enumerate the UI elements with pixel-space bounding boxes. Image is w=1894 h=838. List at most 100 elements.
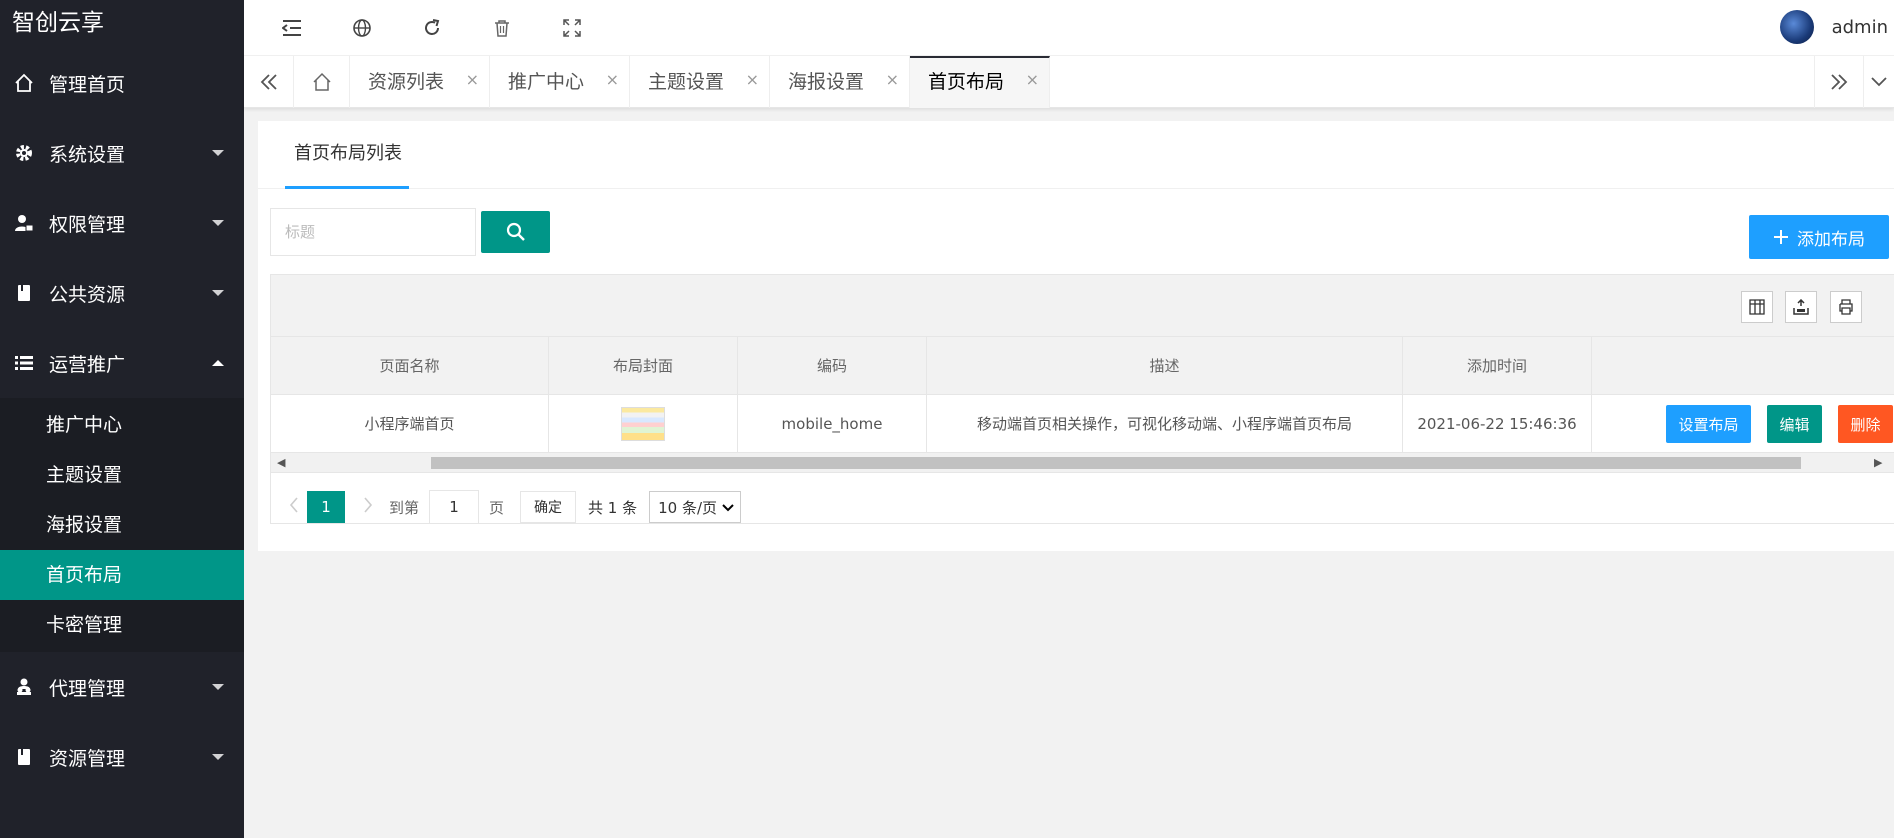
page-unit-label: 页 bbox=[489, 498, 505, 517]
column-header-actions bbox=[1592, 337, 1894, 394]
edit-button[interactable]: 编辑 bbox=[1767, 405, 1822, 443]
goto-page-input[interactable]: 1 bbox=[429, 490, 480, 523]
tab-home[interactable] bbox=[294, 56, 350, 108]
tab-poster-settings[interactable]: 海报设置 × bbox=[770, 56, 910, 108]
trash-icon[interactable] bbox=[488, 14, 516, 42]
tab-promotion-center[interactable]: 推广中心 × bbox=[490, 56, 630, 108]
active-tab-underline bbox=[285, 186, 409, 189]
goto-confirm-button[interactable]: 确定 bbox=[520, 491, 577, 523]
top-header: admin bbox=[244, 0, 1894, 56]
cell-code: mobile_home bbox=[738, 395, 927, 452]
page-size-value: 10 条/页 bbox=[658, 498, 718, 517]
columns-icon bbox=[1749, 299, 1765, 315]
close-icon[interactable]: × bbox=[886, 54, 899, 106]
book-icon bbox=[12, 281, 36, 305]
home-icon bbox=[12, 71, 36, 95]
page-current[interactable]: 1 bbox=[307, 491, 345, 523]
fullscreen-icon[interactable] bbox=[558, 14, 586, 42]
caret-down-icon bbox=[212, 754, 224, 760]
gear-icon bbox=[12, 141, 36, 165]
delete-button[interactable]: 删除 bbox=[1838, 405, 1893, 443]
home-icon bbox=[312, 72, 331, 91]
sidebar-item-home[interactable]: 管理首页 bbox=[0, 48, 244, 118]
page-title[interactable]: 首页布局列表 bbox=[294, 121, 402, 187]
chevron-down-icon bbox=[1871, 77, 1887, 87]
sidebar-subitem-promotion-center[interactable]: 推广中心 bbox=[0, 400, 244, 450]
cell-added-time: 2021-06-22 15:46:36 bbox=[1403, 395, 1592, 452]
tabs-prev-button[interactable] bbox=[244, 56, 294, 108]
horizontal-scrollbar[interactable]: ◀ ▶ bbox=[271, 453, 1894, 473]
content-card: 首页布局列表 标题 添加布局 页面名称 布局封面 编码 描述 添加时间 小程序端… bbox=[258, 121, 1894, 551]
sidebar-subitem-card-management[interactable]: 卡密管理 bbox=[0, 600, 244, 650]
close-icon[interactable]: × bbox=[466, 54, 479, 106]
export-icon bbox=[1793, 299, 1809, 315]
title-search-input[interactable]: 标题 bbox=[270, 208, 476, 256]
table-row[interactable]: 小程序端首页 mobile_home 移动端首页相关操作，可视化移动端、小程序端… bbox=[271, 395, 1894, 453]
column-header: 添加时间 bbox=[1403, 337, 1592, 394]
tab-theme-settings[interactable]: 主题设置 × bbox=[630, 56, 770, 108]
search-icon bbox=[506, 222, 525, 241]
list-icon bbox=[12, 351, 36, 375]
tabs-next-button[interactable] bbox=[1814, 56, 1864, 108]
table-toolbar bbox=[271, 275, 1894, 337]
search-button[interactable] bbox=[481, 211, 550, 253]
double-chevron-right-icon bbox=[1831, 74, 1848, 90]
sidebar-item-label: 运营推广 bbox=[49, 353, 126, 376]
close-icon[interactable]: × bbox=[746, 54, 759, 106]
sidebar-item-operations[interactable]: 运营推广 bbox=[0, 328, 244, 398]
sidebar-item-resource-management[interactable]: 资源管理 bbox=[0, 722, 244, 792]
sidebar-item-label: 权限管理 bbox=[49, 213, 126, 236]
sidebar-item-system-settings[interactable]: 系统设置 bbox=[0, 118, 244, 188]
sidebar-item-label: 管理首页 bbox=[49, 73, 126, 96]
sidebar-item-agents[interactable]: 代理管理 bbox=[0, 652, 244, 722]
sidebar-item-label: 资源管理 bbox=[49, 747, 126, 770]
add-layout-button[interactable]: 添加布局 bbox=[1749, 215, 1889, 259]
book-icon bbox=[12, 745, 36, 769]
scroll-left-icon[interactable]: ◀ bbox=[277, 456, 285, 469]
cell-cover bbox=[549, 395, 738, 452]
users-icon bbox=[12, 675, 36, 699]
tab-label: 推广中心 bbox=[508, 71, 585, 93]
tabs-dropdown-button[interactable] bbox=[1864, 56, 1894, 108]
set-layout-button[interactable]: 设置布局 bbox=[1666, 405, 1751, 443]
submenu-operations: 推广中心 主题设置 海报设置 首页布局 卡密管理 bbox=[0, 398, 244, 652]
sidebar-subitem-poster-settings[interactable]: 海报设置 bbox=[0, 500, 244, 550]
columns-filter-button[interactable] bbox=[1741, 291, 1773, 323]
close-icon[interactable]: × bbox=[606, 54, 619, 106]
user-menu[interactable]: admin bbox=[1779, 10, 1888, 44]
print-button[interactable] bbox=[1830, 291, 1862, 323]
close-icon[interactable]: × bbox=[1026, 56, 1039, 104]
scrollbar-thumb[interactable] bbox=[431, 457, 1801, 469]
layout-cover-thumbnail[interactable] bbox=[621, 406, 665, 441]
tab-label: 海报设置 bbox=[788, 71, 865, 93]
tab-label: 首页布局 bbox=[928, 71, 1005, 93]
sidebar-subitem-home-layout[interactable]: 首页布局 bbox=[0, 550, 244, 600]
print-icon bbox=[1839, 299, 1853, 315]
username: admin bbox=[1831, 16, 1888, 38]
sidebar-subitem-theme-settings[interactable]: 主题设置 bbox=[0, 450, 244, 500]
refresh-icon[interactable] bbox=[418, 14, 446, 42]
tab-label: 资源列表 bbox=[368, 71, 445, 93]
prev-page-icon[interactable] bbox=[289, 497, 299, 517]
column-header: 页面名称 bbox=[271, 337, 549, 394]
column-header: 编码 bbox=[738, 337, 927, 394]
tab-home-layout[interactable]: 首页布局 × bbox=[910, 56, 1050, 108]
sidebar-item-public-resources[interactable]: 公共资源 bbox=[0, 258, 244, 328]
next-page-icon[interactable] bbox=[363, 497, 373, 517]
page-size-select[interactable]: 10 条/页 bbox=[649, 491, 742, 523]
sidebar-item-permissions[interactable]: 权限管理 bbox=[0, 188, 244, 258]
sidebar-item-label: 公共资源 bbox=[49, 283, 126, 306]
menu-fold-icon[interactable] bbox=[278, 14, 306, 42]
caret-up-icon bbox=[212, 360, 224, 366]
scroll-right-icon[interactable]: ▶ bbox=[1874, 456, 1882, 469]
export-button[interactable] bbox=[1785, 291, 1817, 323]
goto-label: 到第 bbox=[389, 498, 420, 517]
tab-resource-list[interactable]: 资源列表 × bbox=[350, 56, 490, 108]
column-header: 布局封面 bbox=[549, 337, 738, 394]
caret-down-icon bbox=[212, 684, 224, 690]
layout-table: 页面名称 布局封面 编码 描述 添加时间 小程序端首页 mobile_home … bbox=[270, 274, 1894, 524]
tab-bar: 资源列表 × 推广中心 × 主题设置 × 海报设置 × 首页布局 × bbox=[244, 56, 1894, 108]
globe-icon[interactable] bbox=[348, 14, 376, 42]
tab-label: 主题设置 bbox=[648, 71, 725, 93]
caret-down-icon bbox=[212, 150, 224, 156]
